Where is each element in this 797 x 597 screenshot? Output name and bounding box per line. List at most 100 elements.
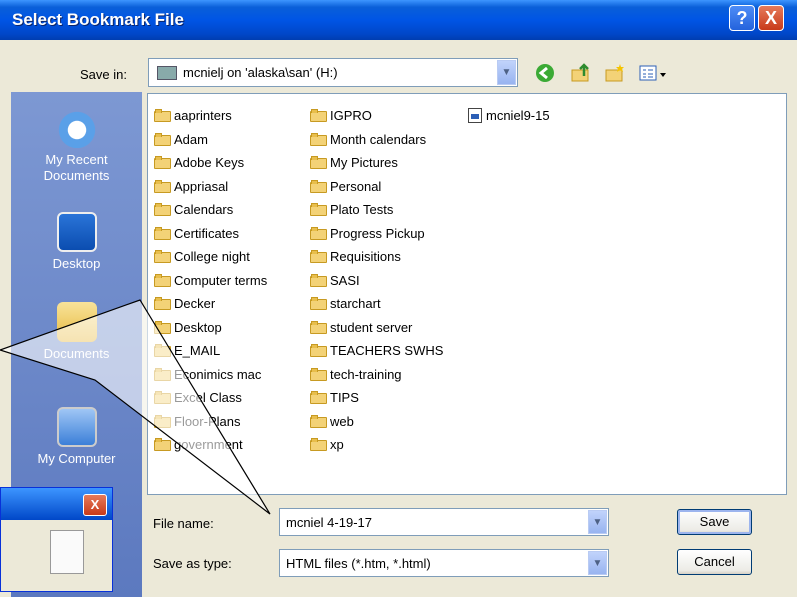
desktop-icon xyxy=(56,212,97,252)
file-column-1: aaprinters Adam Adobe Keys Appriasal Calenda… xyxy=(154,104,267,457)
file-name-input[interactable]: mcniel 4-19-17 ▼ xyxy=(279,508,609,536)
item-label: E_MAIL xyxy=(174,343,221,359)
chevron-down-icon[interactable]: ▼ xyxy=(497,60,516,85)
folder-icon xyxy=(310,414,327,428)
item-label: Plato Tests xyxy=(330,202,394,218)
save-button[interactable]: Save xyxy=(677,509,752,535)
folder-item[interactable]: aaprinters xyxy=(154,104,267,128)
folder-icon xyxy=(310,226,327,240)
help-button[interactable]: ? xyxy=(729,5,755,31)
folder-item[interactable]: xp xyxy=(310,433,443,457)
file-item[interactable]: mcniel9-15 xyxy=(468,104,550,128)
folder-item[interactable]: Econimics mac xyxy=(154,363,267,387)
html-file-icon xyxy=(468,108,482,124)
folder-icon xyxy=(310,367,327,381)
item-label: student server xyxy=(330,319,413,335)
my-documents-icon xyxy=(56,302,97,342)
item-label: TIPS xyxy=(330,390,359,406)
folder-item[interactable]: Appriasal xyxy=(154,175,267,199)
folder-item[interactable]: Adam xyxy=(154,128,267,152)
item-label: Floor-Plans xyxy=(174,413,241,429)
place-label: My Recent Documents xyxy=(43,152,110,183)
my-computer-icon xyxy=(56,407,97,447)
document-icon xyxy=(50,530,84,574)
save-in-dropdown[interactable]: mcnielj on 'alaska\san' (H:) ▼ xyxy=(148,58,518,87)
folder-item[interactable]: SASI xyxy=(310,269,443,293)
folder-icon xyxy=(154,203,171,217)
folder-item[interactable]: Progress Pickup xyxy=(310,222,443,246)
item-label: starchart xyxy=(330,296,381,312)
folder-icon xyxy=(154,320,171,334)
folder-item[interactable]: student server xyxy=(310,316,443,340)
folder-item[interactable]: Computer terms xyxy=(154,269,267,293)
folder-item[interactable]: Decker xyxy=(154,292,267,316)
place-my-documents[interactable]: Documents xyxy=(11,302,142,361)
item-label: Month calendars xyxy=(330,131,427,147)
folder-icon xyxy=(310,250,327,264)
file-column-3: mcniel9-15 xyxy=(468,104,550,128)
view-menu-icon[interactable] xyxy=(638,62,668,84)
folder-icon xyxy=(154,109,171,123)
folder-item[interactable]: Floor-Plans xyxy=(154,410,267,434)
dialog-title: Select Bookmark File xyxy=(12,10,184,29)
folder-icon xyxy=(310,344,327,358)
file-column-2: IGPRO Month calendars My Pictures Personal P… xyxy=(310,104,443,457)
folder-item[interactable]: TEACHERS SWHS xyxy=(310,339,443,363)
item-label: Excel Class xyxy=(174,390,242,406)
place-recent-documents[interactable]: My Recent Documents xyxy=(11,108,142,184)
item-label: Adam xyxy=(174,131,208,147)
folder-item[interactable]: Plato Tests xyxy=(310,198,443,222)
folder-icon xyxy=(154,156,171,170)
new-folder-icon[interactable] xyxy=(604,62,626,84)
folder-item[interactable]: Desktop xyxy=(154,316,267,340)
folder-item[interactable]: Calendars xyxy=(154,198,267,222)
file-list[interactable]: aaprinters Adam Adobe Keys Appriasal Calenda… xyxy=(147,93,787,495)
up-folder-icon[interactable] xyxy=(570,62,592,84)
folder-item[interactable]: web xyxy=(310,410,443,434)
place-label: Documents xyxy=(43,346,110,361)
save-as-type-dropdown[interactable]: HTML files (*.htm, *.html) ▼ xyxy=(279,549,609,577)
item-label: xp xyxy=(330,437,344,453)
close-icon[interactable]: X xyxy=(83,494,107,516)
folder-icon xyxy=(310,438,327,452)
folder-item[interactable]: government xyxy=(154,433,267,457)
folder-item[interactable]: Requisitions xyxy=(310,245,443,269)
folder-icon xyxy=(154,132,171,146)
folder-item[interactable]: Personal xyxy=(310,175,443,199)
cancel-button[interactable]: Cancel xyxy=(677,549,752,575)
select-bookmark-dialog: Select Bookmark File ? X Save in: mcniel… xyxy=(0,0,797,597)
folder-item[interactable]: Excel Class xyxy=(154,386,267,410)
folder-icon xyxy=(310,132,327,146)
close-button[interactable]: X xyxy=(758,5,784,31)
folder-item[interactable]: tech-training xyxy=(310,363,443,387)
folder-item[interactable]: Adobe Keys xyxy=(154,151,267,175)
place-my-computer[interactable]: My Computer xyxy=(11,407,142,466)
folder-icon xyxy=(154,250,171,264)
folder-icon xyxy=(154,226,171,240)
item-label: Appriasal xyxy=(174,178,229,194)
item-label: Econimics mac xyxy=(174,366,262,382)
folder-icon xyxy=(310,156,327,170)
folder-icon xyxy=(310,320,327,334)
save-in-label: Save in: xyxy=(80,67,127,82)
item-label: mcniel9-15 xyxy=(486,108,550,124)
folder-icon xyxy=(154,297,171,311)
folder-item[interactable]: Certificates xyxy=(154,222,267,246)
item-label: Requisitions xyxy=(330,249,401,265)
chevron-down-icon[interactable]: ▼ xyxy=(588,551,607,575)
item-label: government xyxy=(174,437,243,453)
folder-item[interactable]: Month calendars xyxy=(310,128,443,152)
folder-item[interactable]: My Pictures xyxy=(310,151,443,175)
folder-item[interactable]: TIPS xyxy=(310,386,443,410)
folder-item[interactable]: starchart xyxy=(310,292,443,316)
save-in-value: mcnielj on 'alaska\san' (H:) xyxy=(183,65,338,80)
folder-item[interactable]: IGPRO xyxy=(310,104,443,128)
folder-item[interactable]: E_MAIL xyxy=(154,339,267,363)
title-bar[interactable]: Select Bookmark File ? X xyxy=(0,0,797,40)
item-label: College night xyxy=(174,249,250,265)
place-desktop[interactable]: Desktop xyxy=(11,212,142,271)
item-label: My Pictures xyxy=(330,155,398,171)
folder-item[interactable]: College night xyxy=(154,245,267,269)
back-icon[interactable] xyxy=(534,62,556,84)
chevron-down-icon[interactable]: ▼ xyxy=(588,510,607,534)
